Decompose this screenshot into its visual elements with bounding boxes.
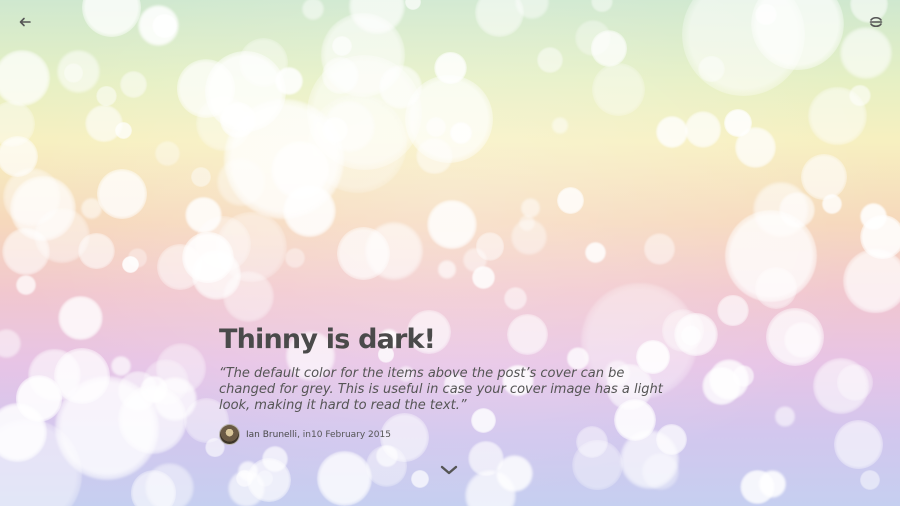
chevron-down-icon [440,465,458,475]
arrow-left-icon [19,17,31,27]
author-avatar[interactable] [219,424,240,445]
post-date: 10 February 2015 [311,429,391,440]
back-button[interactable] [14,13,36,31]
menu-toggle-icon [869,16,883,28]
post-header: Thinny is dark! “The default color for t… [219,322,689,445]
post-excerpt: “The default color for the items above t… [219,366,663,413]
post-meta: Ian Brunelli , in 10 February 2015 [219,424,689,445]
date-prefix: , in [297,429,311,440]
author-link[interactable]: Ian Brunelli [246,430,297,440]
post-title: Thinny is dark! [219,324,436,355]
scroll-down-button[interactable] [439,463,459,477]
menu-toggle-button[interactable] [865,13,887,31]
